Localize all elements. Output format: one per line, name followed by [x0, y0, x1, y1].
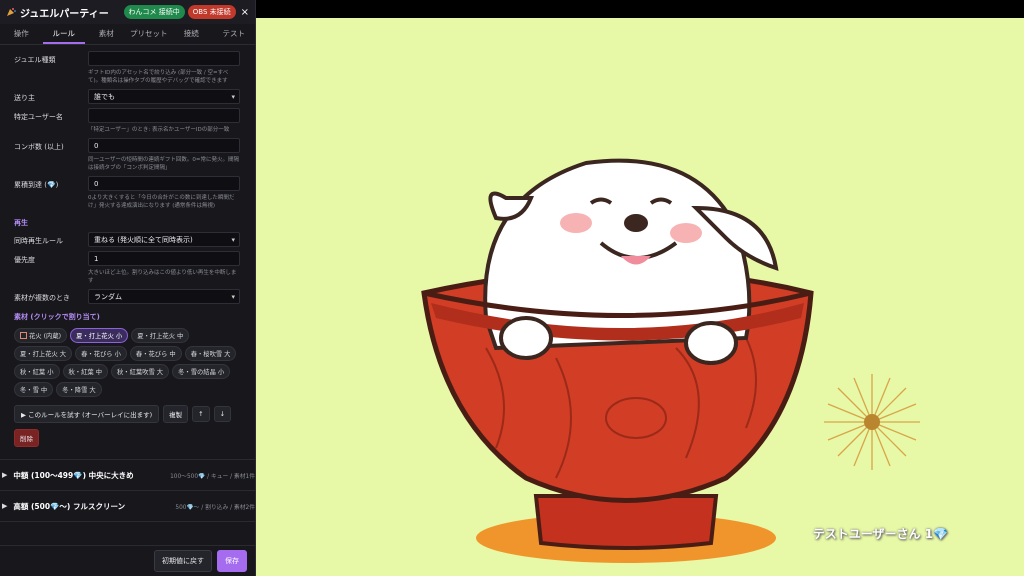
priority-row: 優先度 1 大きいほど上位。割り込みはこの値より低い再生を中断します [14, 251, 240, 285]
rule-meta: 500💎〜 / 割り込み / 素材2件 [175, 504, 255, 511]
close-icon[interactable]: × [241, 7, 249, 18]
tab-assets[interactable]: 素材 [85, 24, 128, 44]
asset-chip[interactable]: 冬・雪の結晶 小 [172, 364, 231, 379]
combo-row: コンボ数 (以上) 0 同一ユーザーの短時間の連続ギフト回数。0=常に発火。間隔… [14, 138, 240, 172]
toast-user: テストユーザーさん [812, 527, 921, 541]
app-title: ジュエルパーティー [20, 8, 109, 20]
priority-hint: 大きいほど上位。割り込みはこの値より低い再生を中断します [88, 270, 237, 284]
asset-chip[interactable]: 秋・紅葉吹雪 大 [111, 364, 170, 379]
rule-item-mid[interactable]: ▶ 中額 (100〜499💎) 中央に大きめ 100〜500💎 / キュー / … [0, 460, 255, 491]
multiple-select[interactable]: ランダム [88, 289, 240, 305]
rule-title: 高額 (500💎〜) フルスクリーン [13, 501, 126, 511]
concurrent-select[interactable]: 重ねる (発火順に全て同時表示) [88, 232, 240, 248]
tab-presets[interactable]: プリセット [128, 24, 171, 44]
rule-item-high[interactable]: ▶ 高額 (500💎〜) フルスクリーン 500💎〜 / 割り込み / 素材2件 [0, 491, 255, 522]
chevron-right-icon: ▶ [2, 471, 8, 479]
multiple-label: 素材が複数のとき [14, 294, 70, 302]
concurrent-row: 同時再生ルール 重ねる (発火順に全て同時表示) [14, 232, 240, 248]
asset-chip-list: 花火 (内蔵) 夏・打上花火 小 夏・打上花火 中 夏・打上花火 大 春・花びら… [14, 328, 240, 397]
settings-panel: ジュエルパーティー わんコメ 接続中 OBS 未接続 × 操作 ルール 素材 プ… [0, 0, 256, 576]
diamond-icon: 💎 [933, 527, 948, 541]
specific-user-label: 特定ユーザー名 [14, 113, 63, 121]
move-up-button[interactable]: ↑ [192, 406, 210, 422]
asset-chip-label: 花火 (内蔵) [29, 333, 62, 340]
fireworks-icon [20, 332, 27, 339]
cumulative-label: 累積到達 (💎) [14, 181, 59, 189]
asset-chip[interactable]: 春・花びら 小 [75, 346, 127, 361]
duplicate-button[interactable]: 複製 [163, 405, 189, 423]
tab-bar: 操作 ルール 素材 プリセット 接続 テスト [0, 24, 255, 45]
asset-chip[interactable]: 秋・紅葉 小 [14, 364, 60, 379]
overlay-preview: テストユーザーさん 1💎 [256, 18, 1024, 576]
assets-section-heading: 素材 (クリックで割り当て) [14, 313, 100, 321]
preview-topbar [256, 0, 1024, 18]
asset-chip[interactable]: 秋・紅葉 中 [62, 364, 108, 379]
toast-count: 1 [924, 527, 934, 541]
priority-label: 優先度 [14, 256, 35, 264]
chevron-right-icon: ▶ [2, 502, 8, 510]
jewel-type-input[interactable] [88, 51, 240, 66]
cumulative-hint: 0より大きくすると「今日の合計がこの数に到達した瞬間だけ」発火する達成演出になり… [88, 195, 235, 209]
save-button[interactable]: 保存 [217, 550, 247, 572]
concurrent-label: 同時再生ルール [14, 237, 63, 245]
jewel-type-label: ジュエル種類 [14, 56, 56, 64]
tab-test[interactable]: テスト [213, 24, 256, 44]
asset-chip[interactable]: 冬・降雪 大 [56, 382, 102, 397]
asset-chip[interactable]: 夏・打上花火 大 [14, 346, 73, 361]
tab-connection[interactable]: 接続 [170, 24, 213, 44]
asset-chip[interactable]: 春・花びら 中 [129, 346, 182, 361]
jewel-type-hint: ギフトID内のアセット名で絞り込み (部分一致 / 空=すべて)。種類名は操作タ… [88, 70, 229, 84]
combo-label: コンボ数 (以上) [14, 143, 64, 151]
asset-chip[interactable]: 冬・雪 中 [14, 382, 54, 397]
combo-hint: 同一ユーザーの短時間の連続ギフト回数。0=常に発火。間隔は接続タブの「コンボ判定… [88, 157, 239, 171]
jewel-type-row: ジュエル種類 ギフトID内のアセット名で絞り込み (部分一致 / 空=すべて)。… [14, 51, 240, 85]
cumulative-input[interactable]: 0 [88, 176, 240, 191]
rule-title: 中額 (100〜499💎) 中央に大きめ [13, 470, 134, 480]
specific-user-hint: 「特定ユーザー」のとき: 表示名かユーザーIDの部分一致 [88, 127, 230, 133]
wancome-status-badge: わんコメ 接続中 [123, 5, 185, 19]
playback-section-heading: 再生 [14, 219, 28, 227]
rule-list: ▶ 中額 (100〜499💎) 中央に大きめ 100〜500💎 / キュー / … [0, 459, 255, 522]
reset-defaults-button[interactable]: 初期値に戻す [154, 550, 212, 572]
asset-chip[interactable]: 花火 (内蔵) [14, 328, 68, 343]
priority-input[interactable]: 1 [88, 251, 240, 266]
asset-chip-selected[interactable]: 夏・打上花火 小 [70, 328, 129, 343]
delete-rule-button[interactable]: 削除 [14, 429, 39, 447]
tab-rules[interactable]: ルール [42, 24, 85, 44]
asset-chip[interactable]: 夏・打上花火 中 [131, 328, 190, 343]
rule-meta: 100〜500💎 / キュー / 素材1件 [170, 473, 255, 480]
sender-row: 送り主 誰でも [14, 89, 240, 105]
test-rule-button[interactable]: ▶ このルールを試す (オーバーレイに出ます) [14, 405, 160, 423]
asset-chip[interactable]: 春・桜吹雪 大 [184, 346, 237, 361]
titlebar: ジュエルパーティー わんコメ 接続中 OBS 未接続 × [0, 0, 255, 24]
specific-user-input[interactable] [88, 108, 240, 123]
panel-footer: 初期値に戻す 保存 [0, 545, 255, 576]
obs-status-badge: OBS 未接続 [187, 5, 236, 19]
sender-select[interactable]: 誰でも [88, 89, 240, 105]
rules-scroll-area[interactable]: ジュエル種類 ギフトID内のアセット名で絞り込み (部分一致 / 空=すべて)。… [0, 45, 255, 576]
move-down-button[interactable]: ↓ [213, 406, 232, 422]
tab-operation[interactable]: 操作 [0, 24, 43, 44]
party-popper-icon [7, 8, 16, 16]
multiple-row: 素材が複数のとき ランダム [14, 289, 240, 305]
dog-in-bowl-illustration [421, 158, 920, 563]
gift-toast: テストユーザーさん 1💎 [813, 525, 948, 542]
sender-label: 送り主 [14, 94, 35, 102]
rule-action-row: ▶ このルールを試す (オーバーレイに出ます) 複製 ↑ ↓ [14, 405, 240, 423]
combo-input[interactable]: 0 [88, 138, 240, 153]
specific-user-row: 特定ユーザー名 「特定ユーザー」のとき: 表示名かユーザーIDの部分一致 [14, 108, 240, 134]
cumulative-row: 累積到達 (💎) 0 0より大きくすると「今日の合計がこの数に到達した瞬間だけ」… [14, 176, 240, 210]
